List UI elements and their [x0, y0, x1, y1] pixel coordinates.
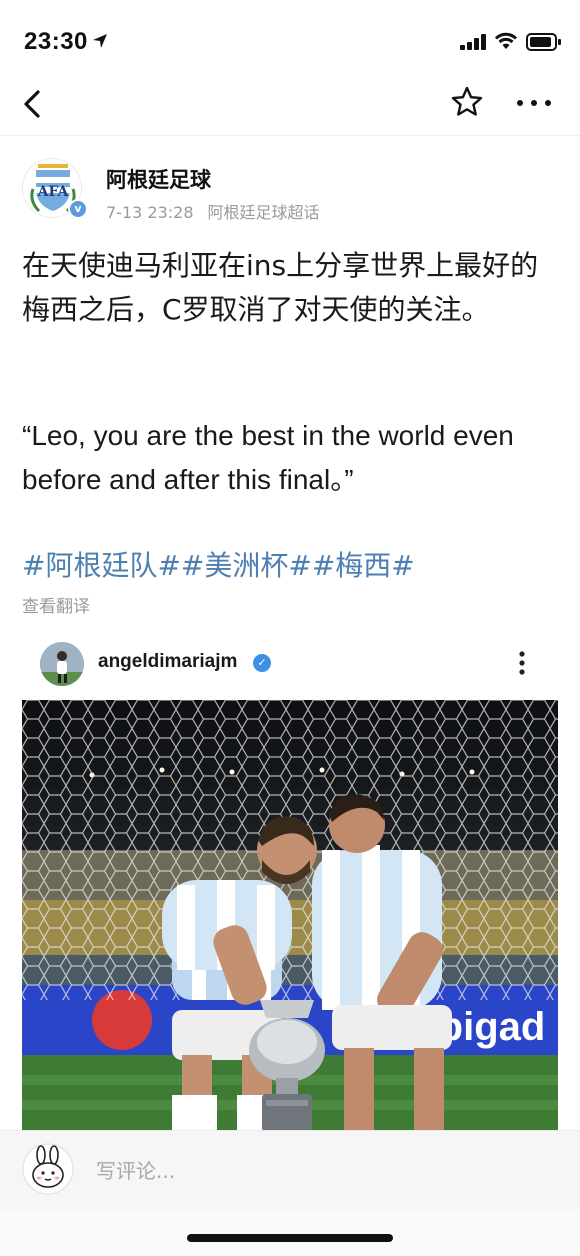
- verified-badge: v: [68, 199, 88, 219]
- favorite-star-icon[interactable]: [450, 85, 484, 119]
- post-meta: 7-13 23:28 阿根廷足球超话: [106, 199, 320, 223]
- comment-bar: 写评论...: [0, 1130, 580, 1210]
- location-arrow-icon: [93, 34, 107, 48]
- more-options-icon[interactable]: [516, 98, 552, 108]
- player-avatar-icon: [40, 642, 84, 686]
- embedded-photo[interactable]: bigad: [22, 700, 558, 1132]
- author-name[interactable]: 阿根廷足球: [106, 164, 211, 194]
- post-body: 在天使迪马利亚在ins上分享世界上最好的梅西之后，C罗取消了对天使的关注。: [22, 249, 539, 326]
- svg-text:AFA: AFA: [37, 184, 70, 200]
- celebration-photo-image: bigad: [22, 700, 558, 1132]
- post-quote: “Leo, you are the best in the world even…: [22, 420, 514, 495]
- back-chevron-icon[interactable]: [18, 84, 50, 124]
- post-date: 7-13 23:28: [106, 203, 194, 222]
- wifi-icon: [494, 32, 518, 49]
- embed-avatar[interactable]: [40, 642, 84, 686]
- status-bar: 23:30: [0, 0, 580, 76]
- post-source[interactable]: 阿根廷足球超话: [208, 203, 320, 222]
- battery-icon: [526, 33, 561, 51]
- translate-link[interactable]: 查看翻译: [22, 592, 90, 617]
- nav-bar: [0, 76, 580, 136]
- comment-input[interactable]: 写评论...: [96, 1155, 175, 1184]
- bottom-safe-area: [0, 1210, 580, 1256]
- embed-verified-icon: ✓: [253, 654, 271, 672]
- status-time: 23:30: [24, 28, 88, 55]
- embed-username[interactable]: angeldimariajm: [98, 651, 237, 673]
- embed-more-icon[interactable]: [518, 650, 526, 676]
- embedded-post-header: angeldimariajm ✓: [22, 638, 558, 692]
- rabbit-mascot-icon[interactable]: [22, 1143, 74, 1195]
- home-indicator[interactable]: [187, 1234, 393, 1242]
- cellular-signal-icon: [460, 34, 486, 50]
- svg-text:bigad: bigad: [439, 1005, 546, 1049]
- hashtag-links[interactable]: #阿根廷队##美洲杯##梅西#: [22, 544, 415, 588]
